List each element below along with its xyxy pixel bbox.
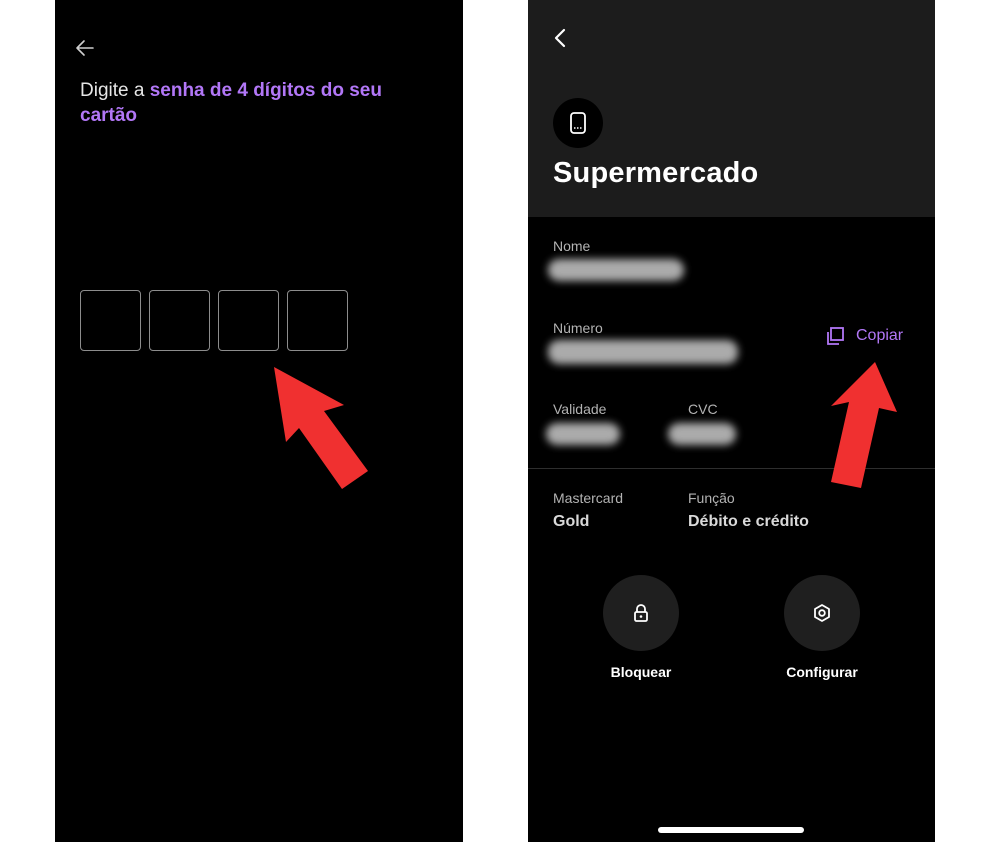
configure-button-circle <box>784 575 860 651</box>
validity-label: Validade <box>553 401 607 417</box>
pin-entry-screen: Digite a senha de 4 dígitos do seu cartã… <box>55 0 463 842</box>
cvc-value-redacted <box>668 423 736 445</box>
pin-heading-prefix: Digite a <box>80 80 150 101</box>
cvc-label: CVC <box>688 401 718 417</box>
brand-label: Mastercard <box>553 490 624 506</box>
function-value: Débito e crédito <box>688 513 809 530</box>
home-indicator <box>658 827 804 833</box>
pin-heading: Digite a senha de 4 dígitos do seu cartã… <box>80 78 440 128</box>
number-label: Número <box>553 320 603 336</box>
function-label: Função <box>688 490 735 506</box>
virtual-card-icon <box>570 112 586 134</box>
gear-icon <box>814 604 830 622</box>
pin-digit-2[interactable] <box>149 290 210 351</box>
block-card-button[interactable]: Bloquear <box>581 575 701 680</box>
validity-value-redacted <box>546 423 620 445</box>
copy-button[interactable]: Copiar <box>824 325 903 347</box>
pin-digit-1[interactable] <box>80 290 141 351</box>
chevron-left-icon[interactable] <box>550 26 572 50</box>
copy-label: Copiar <box>856 327 904 344</box>
name-label: Nome <box>553 238 591 254</box>
pin-digit-4[interactable] <box>287 290 348 351</box>
lock-icon <box>634 604 648 622</box>
card-header: Supermercado <box>528 0 935 217</box>
configure-card-button[interactable]: Configurar <box>762 575 882 680</box>
card-avatar <box>553 98 603 148</box>
configure-label: Configurar <box>786 664 858 680</box>
red-arrow-annotation <box>274 367 368 489</box>
copy-icon <box>827 327 844 345</box>
block-label: Bloquear <box>610 664 672 680</box>
number-value-redacted <box>548 340 738 364</box>
red-arrow-annotation <box>831 362 897 488</box>
arrow-left-icon[interactable] <box>73 36 97 60</box>
pin-input-group <box>80 290 348 351</box>
name-value-redacted <box>548 259 684 281</box>
pin-digit-3[interactable] <box>218 290 279 351</box>
card-details-screen: Supermercado Nome Número Copiar Validade… <box>528 0 935 842</box>
brand-value: Gold <box>553 513 590 530</box>
block-button-circle <box>603 575 679 651</box>
card-title: Supermercado <box>553 157 759 189</box>
